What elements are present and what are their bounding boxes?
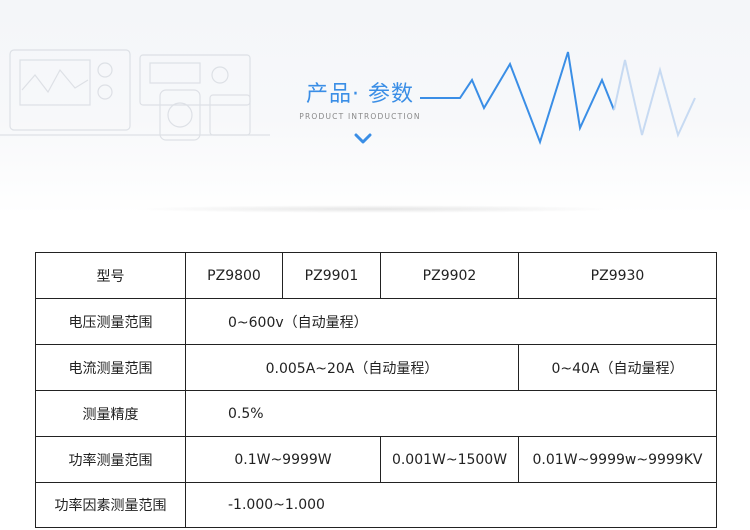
table-row: 电压测量范围 0~600v（自动量程） <box>35 298 717 345</box>
table-cell: -1.000~1.000 <box>185 482 717 528</box>
row-label: 测量精度 <box>35 390 186 437</box>
table-row: 电流测量范围 0.005A~20A（自动量程） 0~40A（自动量程） <box>35 344 717 391</box>
section-banner: 产品· 参数 PRODUCT INTRODUCTION <box>0 0 750 215</box>
table-header-cell: PZ9902 <box>380 252 519 299</box>
table-header-cell: PZ9901 <box>282 252 381 299</box>
table-cell: 0.1W~9999W <box>185 436 381 483</box>
table-header-row: 型号 PZ9800 PZ9901 PZ9902 PZ9930 <box>35 252 717 299</box>
table-cell: 0~40A（自动量程） <box>518 344 717 391</box>
table-cell: 0.005A~20A（自动量程） <box>185 344 519 391</box>
spec-table: 型号 PZ9800 PZ9901 PZ9902 PZ9930 电压测量范围 0~… <box>35 252 717 528</box>
page-title: 产品· 参数 <box>306 82 414 107</box>
table-cell: 0~600v（自动量程） <box>185 298 717 345</box>
row-label: 电流测量范围 <box>35 344 186 391</box>
table-row: 功率测量范围 0.1W~9999W 0.001W~1500W 0.01W~999… <box>35 436 717 483</box>
table-header-cell: 型号 <box>35 252 186 299</box>
row-label: 功率因素测量范围 <box>35 482 186 528</box>
table-row: 测量精度 0.5% <box>35 390 717 437</box>
row-label: 电压测量范围 <box>35 298 186 345</box>
divider <box>130 205 620 213</box>
page-subtitle: PRODUCT INTRODUCTION <box>299 112 421 121</box>
table-header-cell: PZ9800 <box>185 252 283 299</box>
waveform-icon <box>420 51 696 146</box>
section-heading: 产品· 参数 PRODUCT INTRODUCTION <box>280 80 440 121</box>
chevron-down-icon <box>354 133 372 144</box>
instrument-decoration-icon <box>0 49 270 141</box>
table-cell: 0.01W~9999w~9999KV <box>518 436 717 483</box>
table-cell: 0.5% <box>185 390 717 437</box>
table-row: 功率因素测量范围 -1.000~1.000 <box>35 482 717 528</box>
row-label: 功率测量范围 <box>35 436 186 483</box>
table-header-cell: PZ9930 <box>518 252 717 299</box>
table-cell: 0.001W~1500W <box>380 436 519 483</box>
